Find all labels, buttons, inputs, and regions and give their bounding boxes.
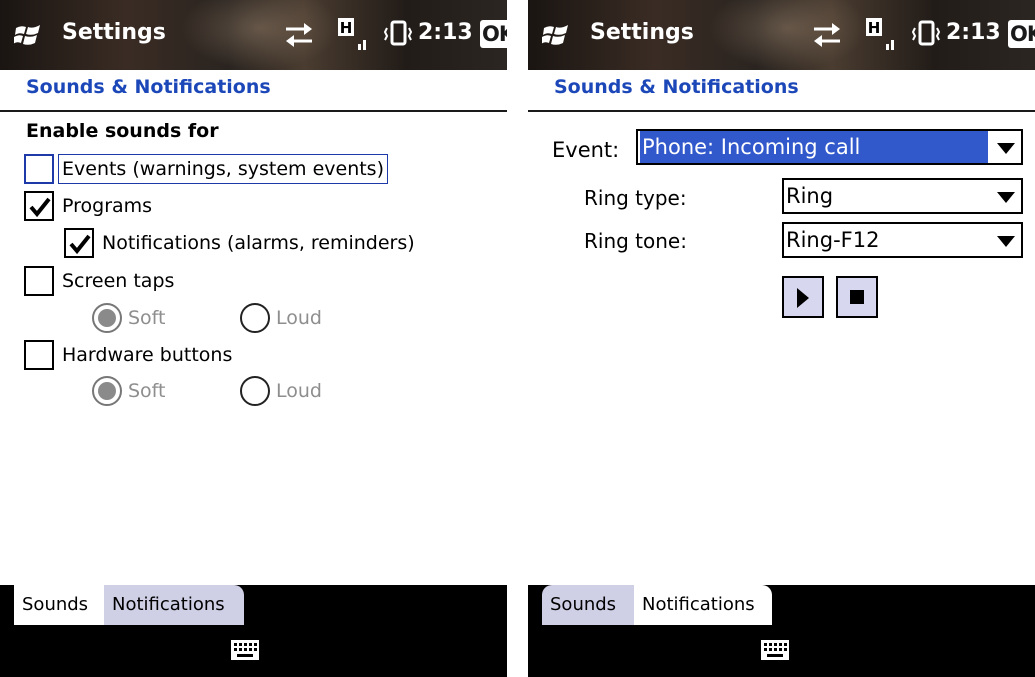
tab-bar: Sounds Notifications [528, 585, 1035, 625]
event-select-value: Phone: Incoming call [640, 131, 988, 163]
screen-taps-loud-option[interactable]: Loud [240, 302, 322, 334]
tab-notifications[interactable]: Notifications [104, 585, 244, 625]
dropdown-arrow-icon [997, 236, 1015, 247]
heading-divider [0, 110, 507, 112]
sync-arrows-icon[interactable] [810, 20, 844, 50]
screen-separator [507, 0, 528, 677]
events-checkbox[interactable] [24, 154, 54, 184]
ring-type-value: Ring [786, 184, 834, 208]
windows-logo-icon[interactable] [542, 22, 570, 48]
ring-tone-label: Ring tone: [584, 229, 687, 253]
screen-taps-checkbox[interactable] [24, 266, 54, 296]
radio-selected-dot [98, 309, 116, 327]
screen-taps-soft-option[interactable]: Soft [92, 302, 166, 334]
hardware-loud-option[interactable]: Loud [240, 375, 322, 407]
app-title: Settings [62, 20, 166, 45]
programs-checkbox[interactable] [24, 191, 54, 221]
notifications-label: Notifications (alarms, reminders) [102, 232, 415, 254]
bottom-bar [528, 625, 1035, 677]
ok-button[interactable]: OK [480, 20, 507, 48]
event-select[interactable]: Phone: Incoming call [636, 129, 1023, 165]
screen-taps-label: Screen taps [62, 270, 175, 292]
programs-option[interactable]: Programs [24, 190, 152, 222]
ring-tone-value: Ring-F12 [786, 228, 880, 252]
keyboard-icon[interactable] [760, 639, 790, 661]
windows-logo-icon[interactable] [14, 22, 42, 48]
events-option[interactable]: Events (warnings, system events) [24, 153, 388, 185]
notifications-option[interactable]: Notifications (alarms, reminders) [64, 227, 415, 259]
title-bar-background [708, 0, 868, 70]
dropdown-arrow-icon [997, 192, 1015, 203]
checkmark-icon [29, 197, 51, 218]
hardware-soft-option[interactable]: Soft [92, 375, 166, 407]
play-button[interactable] [782, 276, 824, 318]
section-label: Enable sounds for [26, 120, 219, 142]
title-bar: Settings H 2:13 OK [528, 0, 1035, 70]
sounds-tab-screen: Settings H 2:13 OK Sounds & Notification… [0, 0, 507, 677]
svg-text:H: H [868, 19, 881, 37]
programs-label: Programs [62, 195, 153, 217]
screen-taps-soft-label: Soft [128, 307, 166, 329]
keyboard-icon[interactable] [230, 639, 260, 661]
heading-divider [528, 110, 1035, 112]
hardware-buttons-option[interactable]: Hardware buttons [24, 339, 232, 371]
signal-h-icon[interactable]: H [336, 16, 368, 52]
ring-type-label: Ring type: [584, 186, 687, 210]
stop-button[interactable] [836, 276, 878, 318]
ok-button[interactable]: OK [1008, 20, 1035, 48]
clock: 2:13 [418, 20, 473, 45]
sync-arrows-icon[interactable] [282, 20, 316, 50]
hardware-loud-radio[interactable] [240, 376, 270, 406]
vibrate-icon[interactable] [911, 18, 941, 50]
clock: 2:13 [946, 20, 1001, 45]
screen-taps-option[interactable]: Screen taps [24, 265, 174, 297]
notifications-tab-screen: Settings H 2:13 OK Sounds & Notification… [528, 0, 1035, 677]
dropdown-arrow-icon [997, 143, 1015, 154]
hardware-buttons-label: Hardware buttons [62, 344, 233, 366]
screen-taps-soft-radio[interactable] [92, 303, 122, 333]
vibrate-icon[interactable] [383, 18, 413, 50]
app-title: Settings [590, 20, 694, 45]
events-label: Events (warnings, system events) [58, 154, 388, 184]
page-heading: Sounds & Notifications [26, 76, 271, 98]
tab-bar: Sounds Notifications [0, 585, 507, 625]
ring-type-select[interactable]: Ring [782, 178, 1023, 214]
title-bar-background [180, 0, 340, 70]
ring-tone-select[interactable]: Ring-F12 [782, 222, 1023, 258]
tab-sounds[interactable]: Sounds [542, 585, 634, 625]
checkmark-icon [69, 234, 91, 255]
hardware-soft-label: Soft [128, 380, 166, 402]
notifications-checkbox[interactable] [64, 228, 94, 258]
hardware-loud-label: Loud [276, 380, 322, 402]
screen-taps-loud-radio[interactable] [240, 303, 270, 333]
bottom-bar [0, 625, 507, 677]
title-bar: Settings H 2:13 OK [0, 0, 507, 70]
tab-notifications[interactable]: Notifications [634, 585, 772, 625]
signal-h-icon[interactable]: H [864, 16, 896, 52]
tab-sounds[interactable]: Sounds [14, 585, 104, 625]
radio-selected-dot [98, 382, 116, 400]
hardware-buttons-checkbox[interactable] [24, 340, 54, 370]
hardware-soft-radio[interactable] [92, 376, 122, 406]
svg-text:H: H [340, 19, 353, 37]
page-heading: Sounds & Notifications [554, 76, 799, 98]
stop-icon [850, 290, 864, 304]
event-label: Event: [552, 138, 620, 162]
screen-taps-loud-label: Loud [276, 307, 322, 329]
play-icon [797, 288, 809, 308]
